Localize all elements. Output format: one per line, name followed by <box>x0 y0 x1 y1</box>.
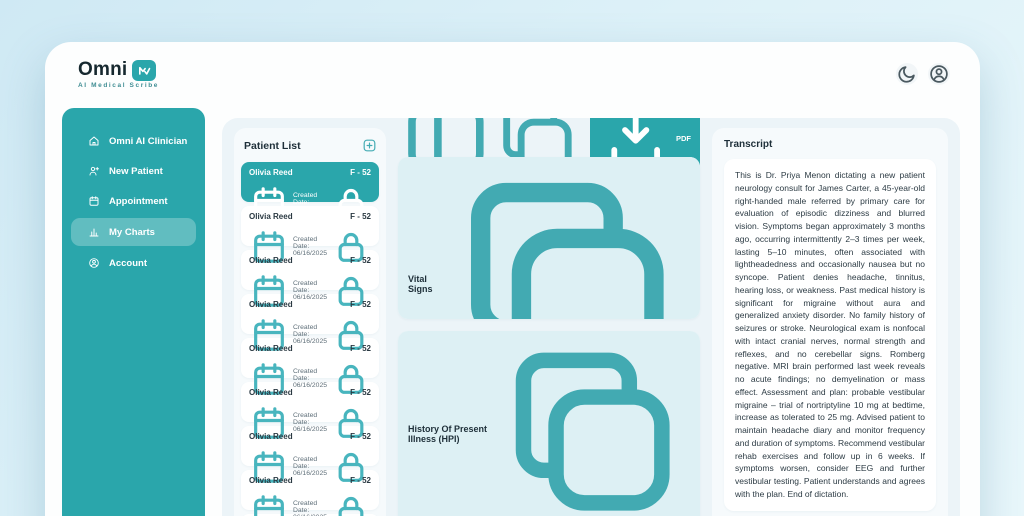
brand: Omni AI Medical Scribe <box>78 59 159 89</box>
user-circle-icon <box>88 257 100 269</box>
patient-name: Olivia Reed <box>249 388 293 397</box>
app-window: Omni AI Medical Scribe Omni AI Clinician <box>45 42 980 516</box>
transcript-title: Transcript <box>724 139 773 150</box>
sidebar-item[interactable]: Appointment <box>62 186 205 216</box>
sidebar-item-label: Appointment <box>109 195 168 207</box>
user-circle-icon <box>928 63 950 85</box>
brand-tagline: AI Medical Scribe <box>78 82 160 89</box>
hpi-section: History Of Present Illness (HPI) Complai… <box>398 331 700 516</box>
top-bar: Omni AI Medical Scribe <box>45 42 980 106</box>
patient-sex-age: F - 52 <box>350 212 371 221</box>
vital-signs-section: Vital Signs +Blood Pressure Not Provided… <box>398 157 700 320</box>
copy-section-button[interactable] <box>495 336 690 516</box>
patient-cards: Olivia Reed F - 52 Created Date: 06/16/2… <box>241 162 379 516</box>
sidebar-item-label: Account <box>109 257 147 269</box>
pdf-button-label: PDF <box>676 133 691 143</box>
transcript-text: This is Dr. Priya Menon dictating a new … <box>724 159 936 511</box>
patient-sex-age: F - 52 <box>350 476 371 485</box>
main-panel: Patient List Olivia Reed F - 52 Created … <box>222 118 960 516</box>
patient-created-date: Created Date: 06/16/2025 <box>292 324 328 346</box>
patient-created-date: Created Date: 06/16/2025 <box>292 456 328 478</box>
bar-chart-icon <box>88 226 100 238</box>
patient-name: Olivia Reed <box>249 300 293 309</box>
patient-created-date: Created Date: 06/16/2025 <box>292 236 328 258</box>
patient-name: Olivia Reed <box>249 256 293 265</box>
sidebar-item[interactable]: Account <box>62 248 205 278</box>
person-add-icon <box>88 165 100 177</box>
sidebar-item[interactable]: New Patient <box>62 156 205 186</box>
lock-icon <box>331 491 371 516</box>
sidebar-item[interactable]: Omni AI Clinician <box>62 126 205 156</box>
patient-name: Olivia Reed <box>249 168 293 177</box>
patient-sex-age: F - 52 <box>350 388 371 397</box>
patient-name: Olivia Reed <box>249 476 293 485</box>
patient-sex-age: F - 52 <box>350 300 371 309</box>
patient-created-date: Created Date: 06/16/2025 <box>292 280 328 302</box>
brand-name: Omni <box>78 59 128 80</box>
patient-name: Olivia Reed <box>249 212 293 221</box>
patient-list-title: Patient List <box>244 139 301 152</box>
home-icon <box>88 135 100 147</box>
patient-created-date: Created Date: 06/16/2025 <box>292 500 327 516</box>
patient-name: Olivia Reed <box>249 344 293 353</box>
patient-created-date: Created Date: 06/16/2025 <box>292 192 328 214</box>
patient-sex-age: F - 52 <box>350 432 371 441</box>
sidebar-item-label: Omni AI Clinician <box>109 135 188 147</box>
patient-sex-age: F - 52 <box>350 256 371 265</box>
patient-sex-age: F - 52 <box>350 344 371 353</box>
documentation-panel: PDF Vital Signs +Blood Pressure Not Prov… <box>398 118 700 516</box>
profile-button[interactable] <box>928 63 950 85</box>
sidebar: Omni AI Clinician New Patient Appointmen… <box>62 108 205 516</box>
copy-section-button[interactable] <box>445 162 690 320</box>
add-patient-button[interactable] <box>362 138 377 153</box>
sidebar-item-label: My Charts <box>109 226 155 238</box>
sidebar-item[interactable]: My Charts <box>71 218 196 246</box>
patient-created-date: Created Date: 06/16/2025 <box>292 368 328 390</box>
copy-icon <box>495 336 690 516</box>
documentation-toolbar: PDF <box>398 118 700 179</box>
hpi-title: History Of Present Illness (HPI) <box>408 423 488 444</box>
copy-icon <box>445 162 690 320</box>
plus-icon <box>362 138 377 153</box>
transcript-panel: Transcript This is Dr. Priya Menon dicta… <box>712 128 948 516</box>
calendar-icon <box>249 491 289 516</box>
moon-icon <box>896 63 918 85</box>
calendar-icon <box>88 195 100 207</box>
dark-mode-button[interactable] <box>896 63 918 85</box>
sidebar-item-label: New Patient <box>109 165 163 177</box>
patient-list-panel: Patient List Olivia Reed F - 52 Created … <box>234 128 386 516</box>
patient-sex-age: F - 52 <box>350 168 371 177</box>
patient-name: Olivia Reed <box>249 432 293 441</box>
brand-logo-icon <box>132 59 157 81</box>
vital-signs-title: Vital Signs <box>408 274 433 295</box>
patient-card[interactable]: Olivia Reed F - 52 Created Date: 06/16/2… <box>241 162 379 219</box>
patient-created-date: Created Date: 06/16/2025 <box>292 412 328 434</box>
